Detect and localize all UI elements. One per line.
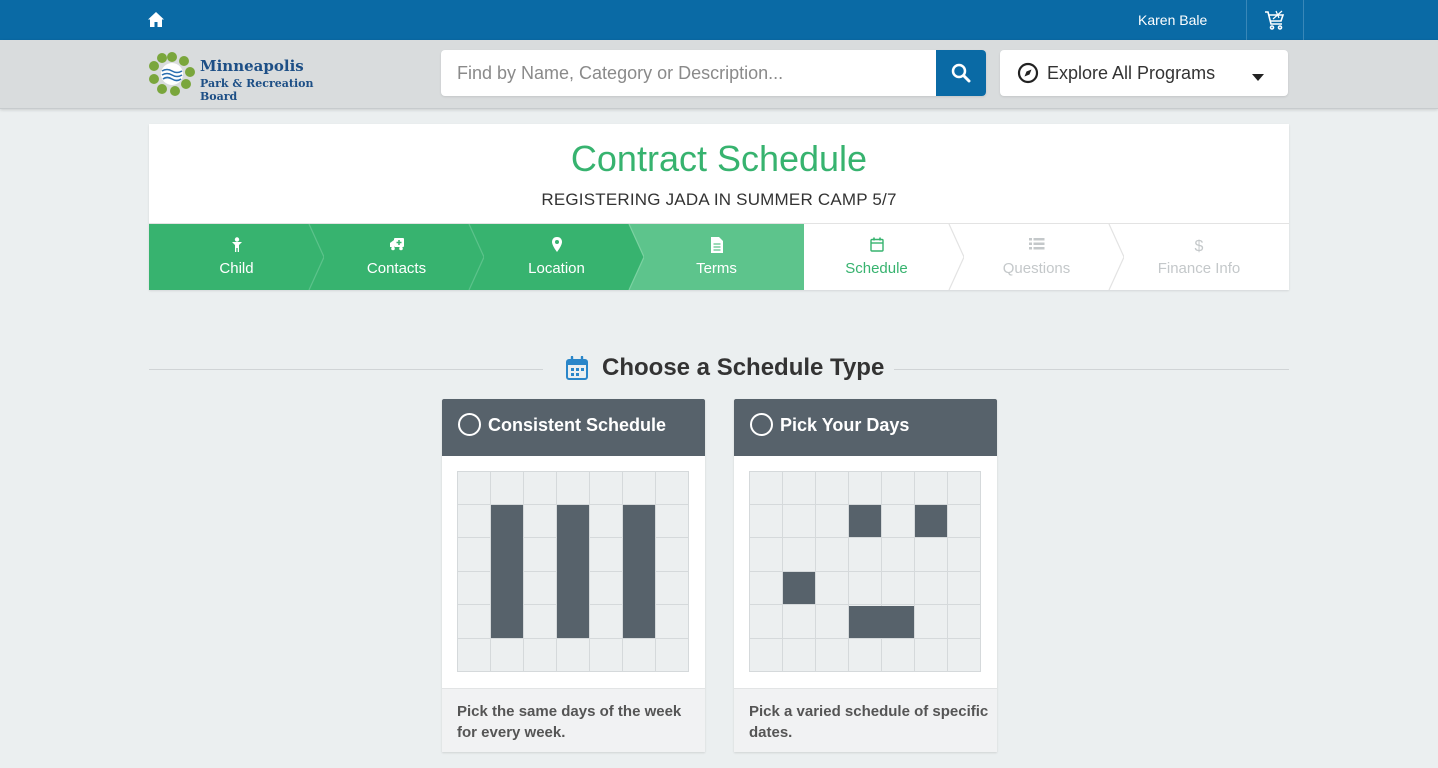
step-schedule[interactable]: Schedule — [789, 224, 964, 290]
step-separator — [624, 224, 644, 290]
pick-your-days-option[interactable]: Pick Your Days Pick a varied schedule of… — [734, 399, 997, 752]
cart-icon[interactable] — [1263, 8, 1287, 32]
calendar-icon — [566, 355, 588, 380]
dollar-icon: $ — [1195, 238, 1204, 253]
option-description: Pick a varied schedule of specific dates… — [749, 703, 989, 741]
step-contacts[interactable]: Contacts — [309, 224, 484, 290]
child-icon — [231, 237, 242, 252]
step-separator — [308, 224, 324, 290]
explore-label: Explore All Programs — [1047, 63, 1216, 83]
step-label: Terms — [696, 260, 737, 277]
step-label: Schedule — [845, 260, 908, 277]
progress-steps: Child Contacts Location Terms Schedule Q… — [149, 223, 1289, 290]
user-name-link[interactable]: Karen Bale — [1138, 12, 1207, 28]
schedule-illustration — [457, 471, 689, 672]
explore-programs-dropdown[interactable]: Explore All Programs — [1000, 50, 1288, 96]
search-icon — [951, 63, 971, 83]
step-label: Child — [219, 260, 254, 277]
divider — [1246, 0, 1247, 40]
registration-card: Contract Schedule REGISTERING JADA IN SU… — [149, 124, 1289, 290]
compass-icon — [1017, 62, 1039, 84]
step-label: Contacts — [366, 260, 427, 277]
divider — [149, 369, 543, 370]
option-footer: Pick a varied schedule of specific dates… — [734, 688, 997, 752]
logo-line-2: Park & Recreation Board — [200, 77, 314, 103]
option-footer: Pick the same days of the week for every… — [442, 688, 705, 752]
divider — [894, 369, 1289, 370]
step-separator — [789, 224, 804, 290]
consistent-schedule-option[interactable]: Consistent Schedule Pick the same days o… — [442, 399, 705, 752]
calendar-icon — [869, 237, 884, 252]
option-header[interactable]: Consistent Schedule — [442, 399, 705, 456]
step-questions[interactable]: Questions — [949, 224, 1124, 290]
mprb-logo[interactable]: Minneapolis Park & Recreation Board — [148, 51, 348, 103]
home-icon[interactable] — [147, 11, 165, 29]
step-child[interactable]: Child — [149, 224, 324, 290]
logo-line-1: Minneapolis — [200, 57, 304, 75]
option-description: Pick the same days of the week for every… — [457, 703, 682, 741]
radio-button[interactable] — [750, 413, 773, 436]
document-icon — [710, 237, 723, 253]
search-bar — [441, 50, 986, 96]
schedule-illustration — [749, 471, 981, 672]
caret-down-icon — [1252, 69, 1264, 81]
divider — [1303, 0, 1304, 40]
step-separator — [948, 224, 964, 290]
section-title: Choose a Schedule Type — [602, 354, 885, 381]
map-marker-icon — [551, 237, 562, 252]
header-band: Minneapolis Park & Recreation Board Expl… — [0, 40, 1438, 109]
page-title: Contract Schedule — [570, 138, 868, 179]
option-title: Pick Your Days — [780, 415, 910, 435]
option-title: Consistent Schedule — [488, 415, 667, 435]
registration-subtitle: REGISTERING JADA IN SUMMER CAMP 5/7 — [541, 190, 897, 209]
step-label: Finance Info — [1157, 260, 1241, 277]
step-separator — [1108, 224, 1124, 290]
top-bar: Karen Bale — [0, 0, 1438, 40]
step-finance-info[interactable]: $ Finance Info — [1109, 224, 1289, 290]
list-icon — [1028, 238, 1044, 250]
step-label: Questions — [1002, 260, 1071, 277]
svg-text:$: $ — [1195, 238, 1204, 253]
step-label: Location — [528, 260, 585, 277]
search-input[interactable] — [441, 50, 936, 96]
step-separator — [468, 224, 484, 290]
option-header[interactable]: Pick Your Days — [734, 399, 997, 456]
ambulance-icon — [389, 238, 404, 251]
step-location[interactable]: Location — [469, 224, 644, 290]
step-terms[interactable]: Terms — [629, 224, 804, 290]
radio-button[interactable] — [458, 413, 481, 436]
search-button[interactable] — [936, 50, 986, 96]
